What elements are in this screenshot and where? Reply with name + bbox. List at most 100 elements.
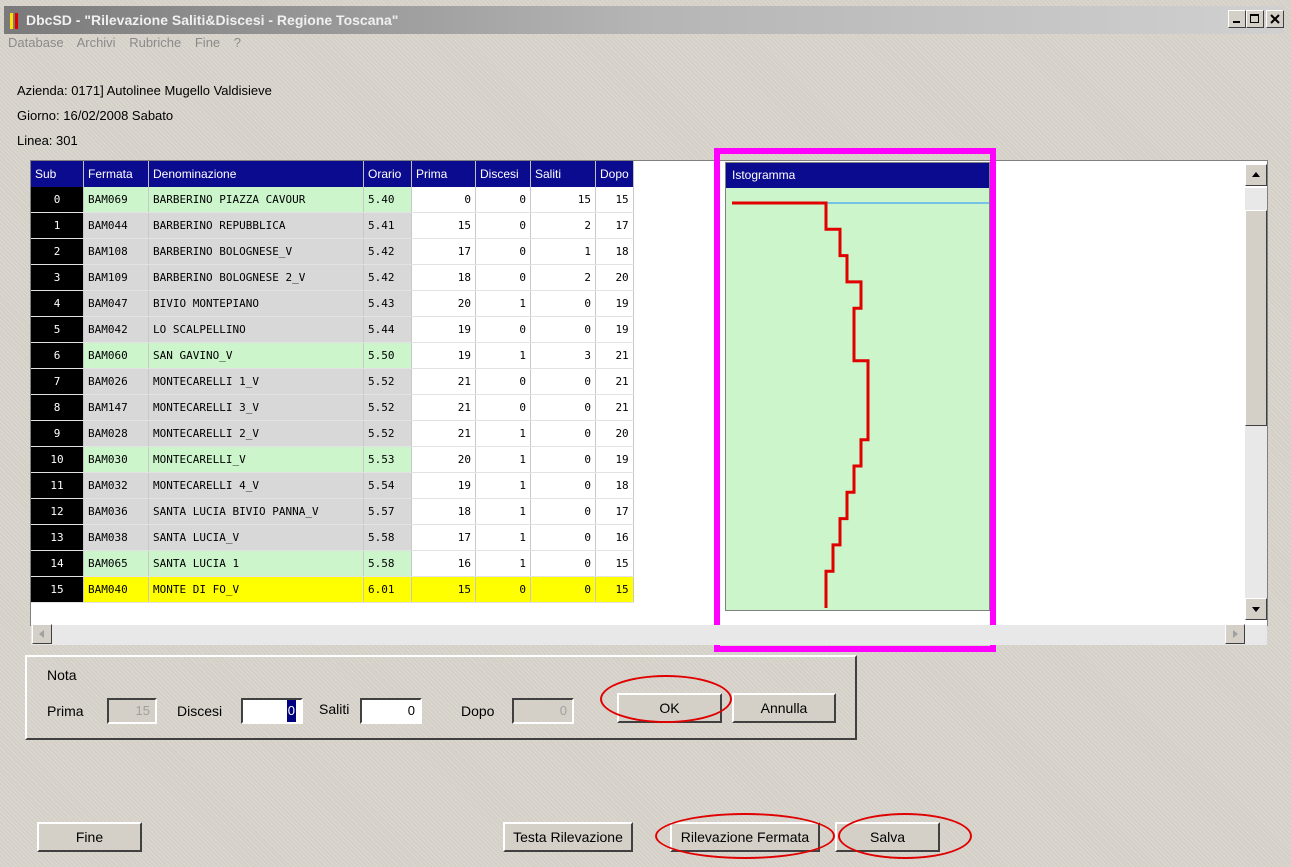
- table-row[interactable]: 11 BAM032 MONTECARELLI 4_V 5.54 19 1 0 18: [31, 472, 634, 499]
- cell-discesi[interactable]: 1: [475, 524, 531, 551]
- cell-prima[interactable]: 15: [411, 212, 476, 239]
- table-row[interactable]: 5 BAM042 LO SCALPELLINO 5.44 19 0 0 19: [31, 316, 634, 343]
- cell-sub[interactable]: 3: [31, 264, 84, 291]
- ok-button[interactable]: OK: [617, 693, 722, 723]
- cell-prima[interactable]: 19: [411, 316, 476, 343]
- cell-prima[interactable]: 21: [411, 394, 476, 421]
- cell-denominazione[interactable]: BIVIO MONTEPIANO: [148, 290, 364, 317]
- table-row[interactable]: 10 BAM030 MONTECARELLI_V 5.53 20 1 0 19: [31, 446, 634, 473]
- table-row[interactable]: 9 BAM028 MONTECARELLI 2_V 5.52 21 1 0 20: [31, 420, 634, 447]
- cell-denominazione[interactable]: SAN GAVINO_V: [148, 342, 364, 369]
- cell-discesi[interactable]: 1: [475, 446, 531, 473]
- cell-orario[interactable]: 5.41: [363, 212, 412, 239]
- cell-orario[interactable]: 5.50: [363, 342, 412, 369]
- cell-denominazione[interactable]: MONTE DI FO_V: [148, 576, 364, 603]
- fine-button[interactable]: Fine: [37, 822, 142, 852]
- cell-saliti[interactable]: 0: [530, 368, 596, 395]
- cell-orario[interactable]: 5.44: [363, 316, 412, 343]
- cell-dopo[interactable]: 21: [595, 342, 634, 369]
- table-row[interactable]: 13 BAM038 SANTA LUCIA_V 5.58 17 1 0 16: [31, 524, 634, 551]
- cell-fermata[interactable]: BAM047: [83, 290, 149, 317]
- cell-dopo[interactable]: 18: [595, 472, 634, 499]
- cell-sub[interactable]: 9: [31, 420, 84, 447]
- cell-sub[interactable]: 11: [31, 472, 84, 499]
- table-row[interactable]: 8 BAM147 MONTECARELLI 3_V 5.52 21 0 0 21: [31, 394, 634, 421]
- cell-prima[interactable]: 17: [411, 524, 476, 551]
- cell-sub[interactable]: 4: [31, 290, 84, 317]
- cell-dopo[interactable]: 21: [595, 394, 634, 421]
- table-row[interactable]: 14 BAM065 SANTA LUCIA 1 5.58 16 1 0 15: [31, 550, 634, 577]
- cell-orario[interactable]: 5.40: [363, 187, 412, 213]
- close-button[interactable]: [1266, 10, 1284, 28]
- cell-orario[interactable]: 5.58: [363, 550, 412, 577]
- cell-orario[interactable]: 5.58: [363, 524, 412, 551]
- cell-fermata[interactable]: BAM042: [83, 316, 149, 343]
- cell-sub[interactable]: 5: [31, 316, 84, 343]
- cell-saliti[interactable]: 0: [530, 472, 596, 499]
- cell-denominazione[interactable]: BARBERINO BOLOGNESE_V: [148, 238, 364, 265]
- cell-dopo[interactable]: 21: [595, 368, 634, 395]
- cell-discesi[interactable]: 0: [475, 316, 531, 343]
- cell-dopo[interactable]: 20: [595, 264, 634, 291]
- cell-fermata[interactable]: BAM032: [83, 472, 149, 499]
- cell-saliti[interactable]: 0: [530, 420, 596, 447]
- cell-orario[interactable]: 5.42: [363, 238, 412, 265]
- cell-orario[interactable]: 5.52: [363, 368, 412, 395]
- maximize-button[interactable]: [1246, 10, 1264, 28]
- cell-fermata[interactable]: BAM065: [83, 550, 149, 577]
- cell-fermata[interactable]: BAM069: [83, 187, 149, 213]
- cell-denominazione[interactable]: MONTECARELLI 2_V: [148, 420, 364, 447]
- cell-saliti[interactable]: 0: [530, 316, 596, 343]
- cell-discesi[interactable]: 0: [475, 187, 531, 213]
- cell-prima[interactable]: 19: [411, 342, 476, 369]
- cell-denominazione[interactable]: LO SCALPELLINO: [148, 316, 364, 343]
- cell-saliti[interactable]: 0: [530, 524, 596, 551]
- menu-rubriche[interactable]: Rubriche: [129, 35, 181, 50]
- cell-prima[interactable]: 15: [411, 576, 476, 603]
- cell-prima[interactable]: 21: [411, 368, 476, 395]
- cell-dopo[interactable]: 15: [595, 550, 634, 577]
- vertical-scrollbar[interactable]: [1245, 188, 1267, 620]
- cell-saliti[interactable]: 0: [530, 446, 596, 473]
- cell-orario[interactable]: 5.53: [363, 446, 412, 473]
- cell-dopo[interactable]: 19: [595, 446, 634, 473]
- cell-discesi[interactable]: 1: [475, 472, 531, 499]
- cell-prima[interactable]: 18: [411, 498, 476, 525]
- cell-orario[interactable]: 5.52: [363, 394, 412, 421]
- cell-saliti[interactable]: 0: [530, 576, 596, 603]
- cell-discesi[interactable]: 0: [475, 394, 531, 421]
- cell-sub[interactable]: 12: [31, 498, 84, 525]
- cell-fermata[interactable]: BAM044: [83, 212, 149, 239]
- cell-sub[interactable]: 15: [31, 576, 84, 603]
- testa-rilevazione-button[interactable]: Testa Rilevazione: [503, 822, 633, 852]
- cell-sub[interactable]: 6: [31, 342, 84, 369]
- cell-saliti[interactable]: 2: [530, 212, 596, 239]
- cell-dopo[interactable]: 19: [595, 290, 634, 317]
- cell-fermata[interactable]: BAM147: [83, 394, 149, 421]
- cell-sub[interactable]: 14: [31, 550, 84, 577]
- cell-prima[interactable]: 19: [411, 472, 476, 499]
- cell-discesi[interactable]: 1: [475, 420, 531, 447]
- menu-archivi[interactable]: Archivi: [77, 35, 116, 50]
- cell-fermata[interactable]: BAM028: [83, 420, 149, 447]
- cell-discesi[interactable]: 1: [475, 290, 531, 317]
- cell-saliti[interactable]: 3: [530, 342, 596, 369]
- cell-sub[interactable]: 8: [31, 394, 84, 421]
- table-row[interactable]: 4 BAM047 BIVIO MONTEPIANO 5.43 20 1 0 19: [31, 290, 634, 317]
- cell-discesi[interactable]: 0: [475, 264, 531, 291]
- menu-fine[interactable]: Fine: [195, 35, 220, 50]
- table-row[interactable]: 1 BAM044 BARBERINO REPUBBLICA 5.41 15 0 2 17: [31, 212, 634, 239]
- cell-dopo[interactable]: 18: [595, 238, 634, 265]
- cell-prima[interactable]: 0: [411, 187, 476, 213]
- annulla-button[interactable]: Annulla: [732, 693, 836, 723]
- cell-prima[interactable]: 17: [411, 238, 476, 265]
- cell-orario[interactable]: 5.54: [363, 472, 412, 499]
- table-row[interactable]: 12 BAM036 SANTA LUCIA BIVIO PANNA_V 5.57 18 1…: [31, 498, 634, 525]
- cell-orario[interactable]: 6.01: [363, 576, 412, 603]
- cell-discesi[interactable]: 1: [475, 550, 531, 577]
- vertical-scroll-thumb[interactable]: [1245, 210, 1267, 426]
- menu-help[interactable]: ?: [234, 35, 241, 50]
- cell-saliti[interactable]: 2: [530, 264, 596, 291]
- cell-dopo[interactable]: 19: [595, 316, 634, 343]
- cell-saliti[interactable]: 0: [530, 290, 596, 317]
